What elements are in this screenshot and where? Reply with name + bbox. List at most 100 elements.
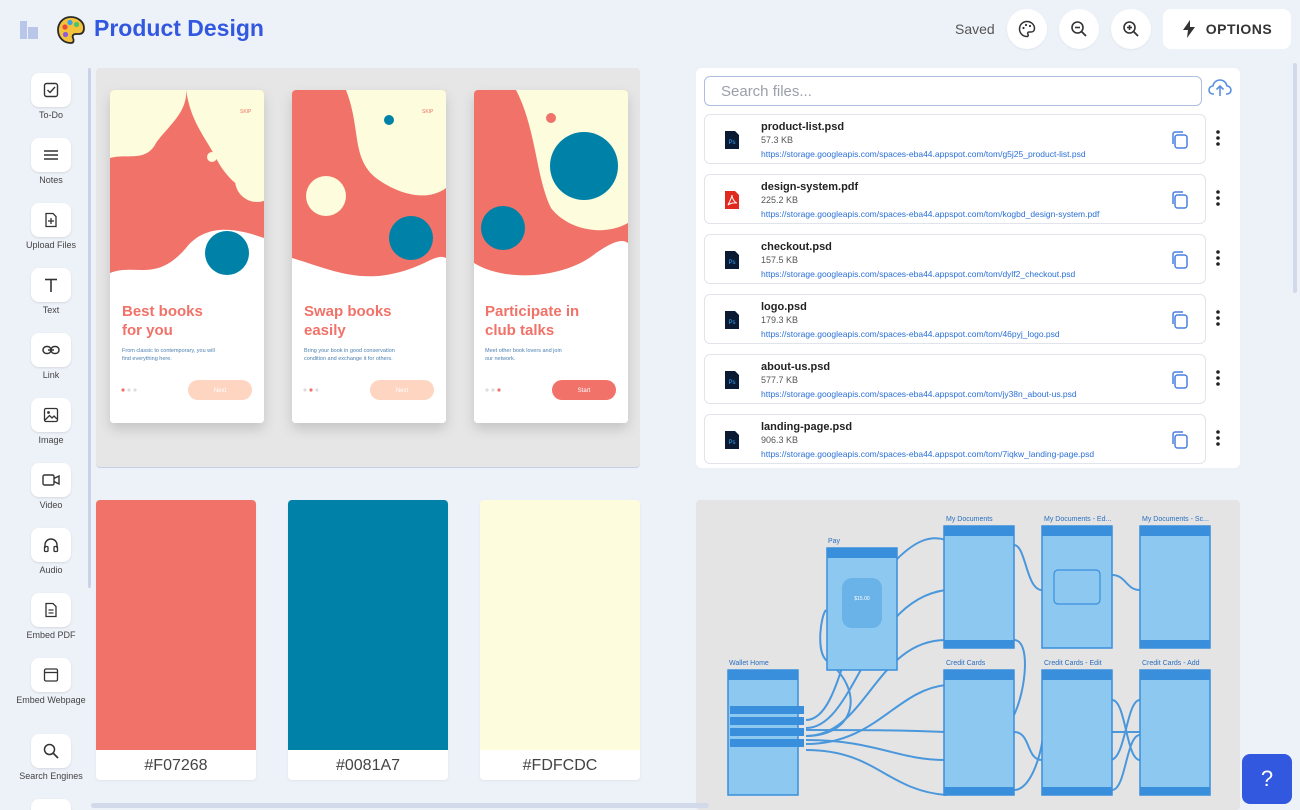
- copy-icon[interactable]: [1171, 311, 1189, 329]
- board-icon[interactable]: [20, 21, 38, 39]
- more-options-icon[interactable]: [1213, 428, 1223, 448]
- tool-todo[interactable]: To-Do: [15, 73, 87, 121]
- flow-screen-credit-cards-add: Credit Cards - Add: [1139, 660, 1211, 796]
- mockup-skip-text: SKIP: [422, 109, 434, 115]
- more-options-icon[interactable]: [1213, 368, 1223, 388]
- file-row[interactable]: Ps about-us.psd 577.7 KB https://storage…: [704, 354, 1206, 404]
- tool-image[interactable]: Image: [15, 398, 87, 446]
- flow-screen-my-documents-scan: My Documents - Sc...: [1139, 516, 1211, 649]
- file-row[interactable]: design-system.pdf 225.2 KB https://stora…: [704, 174, 1206, 224]
- swatch-color-fill: [480, 500, 640, 750]
- swatch-hex-label: #F07268: [144, 757, 208, 774]
- tool-link[interactable]: Link: [15, 333, 87, 381]
- color-swatch-teal[interactable]: #0081A7: [288, 500, 448, 780]
- svg-text:Ps: Ps: [728, 320, 735, 326]
- file-size: 179.3 KB: [761, 315, 799, 325]
- tool-upload-files[interactable]: Upload Files: [15, 203, 87, 251]
- video-icon: [42, 474, 60, 486]
- file-name[interactable]: checkout.psd: [761, 241, 832, 253]
- copy-icon[interactable]: [1171, 371, 1189, 389]
- flow-amount: $15.00: [854, 596, 870, 602]
- psd-file-icon: Ps: [725, 251, 739, 269]
- tool-text[interactable]: Text: [15, 268, 87, 316]
- palette-icon: [1018, 20, 1036, 38]
- flow-screen-label: My Documents - Sc...: [1142, 516, 1209, 523]
- app-mockup-image[interactable]: SKIP Best books for you From classic to c…: [96, 68, 640, 468]
- tool-audio[interactable]: Audio: [15, 528, 87, 576]
- options-button[interactable]: OPTIONS: [1163, 9, 1291, 49]
- swatch-color-fill: [288, 500, 448, 750]
- tool-more[interactable]: [15, 799, 87, 810]
- zoom-in-button[interactable]: [1111, 9, 1151, 49]
- file-url-link[interactable]: https://storage.googleapis.com/spaces-eb…: [761, 209, 1099, 219]
- top-bar: Product Design Saved OPTIONS: [0, 0, 1300, 62]
- copy-icon[interactable]: [1171, 191, 1189, 209]
- flow-screen-my-documents-edit: My Documents - Ed...: [1041, 516, 1113, 649]
- files-panel: Ps product-list.psd 57.3 KB https://stor…: [696, 68, 1240, 468]
- flow-screen-label: My Documents: [946, 516, 993, 523]
- psd-file-icon: Ps: [725, 131, 739, 149]
- vertical-scrollbar[interactable]: [1293, 63, 1297, 293]
- file-size: 157.5 KB: [761, 255, 799, 265]
- file-url-link[interactable]: https://storage.googleapis.com/spaces-eb…: [761, 389, 1077, 399]
- tool-embed-webpage[interactable]: Embed Webpage: [15, 658, 87, 706]
- tool-label: Text: [42, 305, 60, 315]
- file-row[interactable]: Ps product-list.psd 57.3 KB https://stor…: [704, 114, 1206, 164]
- file-name[interactable]: landing-page.psd: [761, 421, 852, 433]
- bolt-icon: [1182, 20, 1195, 38]
- tool-notes[interactable]: Notes: [15, 138, 87, 186]
- tool-label: Search Engines: [19, 771, 83, 781]
- help-label: ?: [1260, 766, 1274, 791]
- cloud-upload-icon[interactable]: [1208, 78, 1232, 98]
- more-options-icon[interactable]: [1213, 128, 1223, 148]
- file-url-link[interactable]: https://storage.googleapis.com/spaces-eb…: [761, 449, 1094, 459]
- more-options-icon[interactable]: [1213, 248, 1223, 268]
- zoom-out-icon: [1071, 21, 1087, 37]
- help-button[interactable]: ?: [1242, 754, 1292, 804]
- file-name[interactable]: logo.psd: [761, 301, 807, 313]
- copy-icon[interactable]: [1171, 431, 1189, 449]
- file-url-link[interactable]: https://storage.googleapis.com/spaces-eb…: [761, 149, 1086, 159]
- copy-icon[interactable]: [1171, 251, 1189, 269]
- file-name[interactable]: about-us.psd: [761, 361, 830, 373]
- file-name[interactable]: design-system.pdf: [761, 181, 858, 193]
- tool-label: Upload Files: [25, 240, 77, 250]
- tool-search-engines[interactable]: Search Engines: [15, 734, 87, 782]
- copy-icon[interactable]: [1171, 131, 1189, 149]
- tool-label: Notes: [39, 175, 63, 185]
- swatch-hex-label: #FDFCDC: [522, 757, 598, 774]
- flow-screen-label: My Documents - Ed...: [1044, 516, 1111, 523]
- file-row[interactable]: Ps landing-page.psd 906.3 KB https://sto…: [704, 414, 1206, 464]
- palette-logo-icon: [57, 16, 85, 44]
- link-icon: [42, 345, 60, 355]
- mockup-button-label: Next: [396, 388, 409, 394]
- file-upload-icon: [45, 212, 57, 228]
- user-flow-diagram-image[interactable]: $15.00 Pay Wallet Home My Documents My D…: [696, 500, 1240, 810]
- file-url-link[interactable]: https://storage.googleapis.com/spaces-eb…: [761, 329, 1060, 339]
- file-url-link[interactable]: https://storage.googleapis.com/spaces-eb…: [761, 269, 1075, 279]
- psd-file-icon: Ps: [725, 311, 739, 329]
- theme-button[interactable]: [1007, 9, 1047, 49]
- color-swatch-cream[interactable]: #FDFCDC: [480, 500, 640, 780]
- more-options-icon[interactable]: [1213, 308, 1223, 328]
- svg-text:Ps: Ps: [728, 440, 735, 446]
- mockup-skip-text: SKIP: [240, 109, 252, 115]
- options-label: OPTIONS: [1205, 21, 1273, 37]
- pdf-file-icon: [725, 191, 739, 209]
- swatch-hex-label: #0081A7: [335, 757, 401, 774]
- tool-video[interactable]: Video: [15, 463, 87, 511]
- svg-text:Ps: Ps: [728, 380, 735, 386]
- more-options-icon[interactable]: [1213, 188, 1223, 208]
- page-title: Product Design: [94, 15, 264, 41]
- file-name[interactable]: product-list.psd: [761, 121, 844, 133]
- search-files-input[interactable]: [704, 76, 1202, 106]
- psd-file-icon: Ps: [725, 431, 739, 449]
- color-swatch-coral[interactable]: #F07268: [96, 500, 256, 780]
- horizontal-scrollbar[interactable]: [91, 803, 709, 808]
- zoom-out-button[interactable]: [1059, 9, 1099, 49]
- file-row[interactable]: Ps checkout.psd 157.5 KB https://storage…: [704, 234, 1206, 284]
- sidebar-scrollbar[interactable]: [88, 68, 91, 588]
- file-row[interactable]: Ps logo.psd 179.3 KB https://storage.goo…: [704, 294, 1206, 344]
- flow-screen-label: Credit Cards - Edit: [1044, 660, 1102, 667]
- tool-embed-pdf[interactable]: Embed PDF: [15, 593, 87, 641]
